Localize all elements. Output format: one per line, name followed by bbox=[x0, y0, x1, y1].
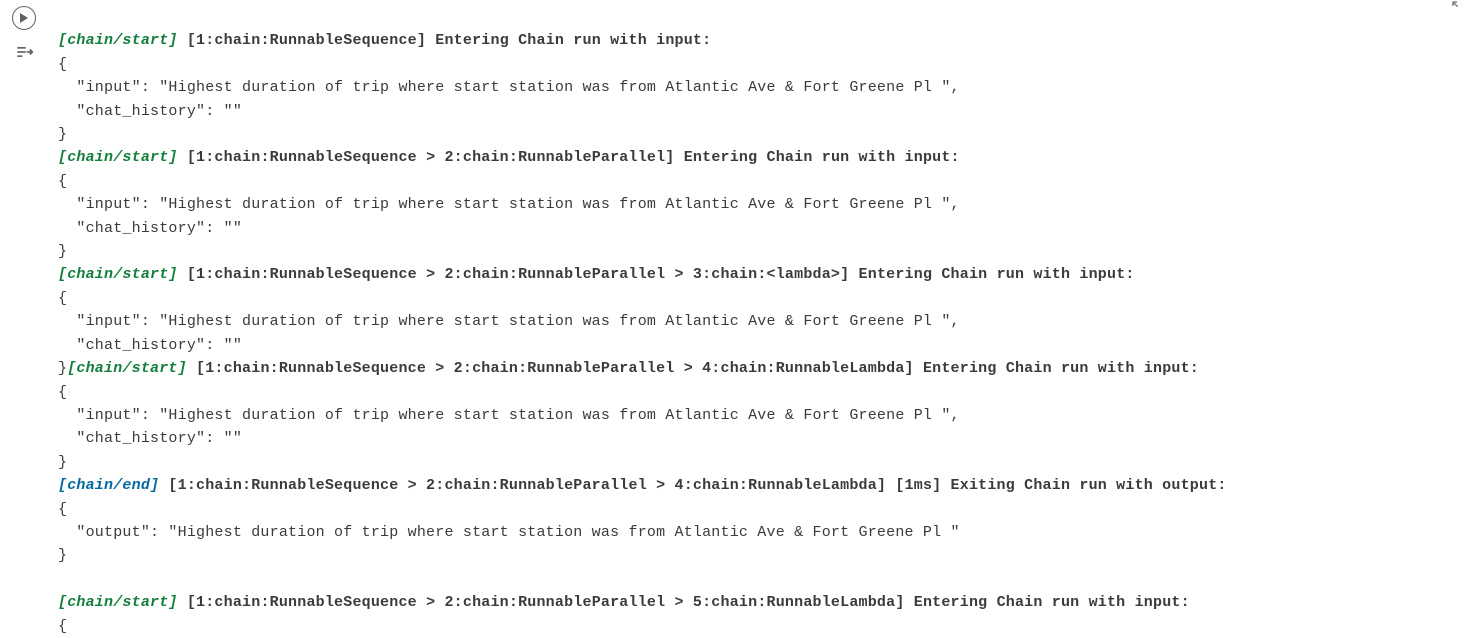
log-line: [chain/end] [1:chain:RunnableSequence > … bbox=[58, 477, 1227, 494]
json-input-line: "input": "Highest duration of trip where… bbox=[58, 79, 960, 96]
chain-end-tag: [chain/end] bbox=[58, 477, 159, 494]
chain-start-tag: [chain/start] bbox=[58, 266, 178, 283]
json-brace: } bbox=[58, 360, 67, 377]
chain-tail: Entering Chain run with input: bbox=[859, 266, 1135, 283]
json-chat-history-line: "chat_history": "" bbox=[58, 220, 242, 237]
chain-tail: Entering Chain run with input: bbox=[435, 32, 711, 49]
json-input-line: "input": "Highest duration of trip where… bbox=[58, 407, 960, 424]
json-input-line: "input": "Highest duration of trip where… bbox=[58, 313, 960, 330]
json-output-line: "output": "Highest duration of trip wher… bbox=[58, 524, 960, 541]
log-line: }[chain/start] [1:chain:RunnableSequence… bbox=[58, 360, 1199, 377]
json-brace: { bbox=[58, 56, 67, 73]
json-chat-history-line: "chat_history": "" bbox=[58, 337, 242, 354]
chain-tail: Exiting Chain run with output: bbox=[951, 477, 1227, 494]
chain-tail: Entering Chain run with input: bbox=[684, 149, 960, 166]
chain-start-tag: [chain/start] bbox=[58, 594, 178, 611]
json-input-line: "input": "Highest duration of trip where… bbox=[58, 196, 960, 213]
chain-path: [1:chain:RunnableSequence > 2:chain:Runn… bbox=[159, 477, 950, 494]
chain-start-tag: [chain/start] bbox=[67, 360, 187, 377]
chain-path: [1:chain:RunnableSequence > 2:chain:Runn… bbox=[178, 594, 914, 611]
json-brace: } bbox=[58, 126, 67, 143]
run-cell-button[interactable] bbox=[12, 6, 36, 30]
json-brace: { bbox=[58, 501, 67, 518]
log-line: [chain/start] [1:chain:RunnableSequence … bbox=[58, 149, 960, 166]
log-line: [chain/start] [1:chain:RunnableSequence]… bbox=[58, 32, 711, 49]
log-line: [chain/start] [1:chain:RunnableSequence … bbox=[58, 594, 1190, 611]
log-line: [chain/start] [1:chain:RunnableSequence … bbox=[58, 266, 1135, 283]
json-brace: } bbox=[58, 243, 67, 260]
json-brace: } bbox=[58, 454, 67, 471]
chain-tail: Entering Chain run with input: bbox=[923, 360, 1199, 377]
json-brace: { bbox=[58, 384, 67, 401]
json-chat-history-line: "chat_history": "" bbox=[58, 430, 242, 447]
json-brace: } bbox=[58, 547, 67, 564]
chain-path: [1:chain:RunnableSequence > 2:chain:Runn… bbox=[178, 149, 684, 166]
json-brace: { bbox=[58, 618, 67, 635]
chain-path: [1:chain:RunnableSequence] bbox=[178, 32, 436, 49]
execute-next-button[interactable] bbox=[12, 40, 36, 64]
json-brace: { bbox=[58, 173, 67, 190]
chain-path: [1:chain:RunnableSequence > 2:chain:Runn… bbox=[187, 360, 923, 377]
json-chat-history-line: "chat_history": "" bbox=[58, 103, 242, 120]
chain-path: [1:chain:RunnableSequence > 2:chain:Runn… bbox=[178, 266, 859, 283]
chain-start-tag: [chain/start] bbox=[58, 32, 178, 49]
cell-output: [chain/start] [1:chain:RunnableSequence]… bbox=[58, 6, 1459, 638]
chain-tail: Entering Chain run with input: bbox=[914, 594, 1190, 611]
chain-start-tag: [chain/start] bbox=[58, 149, 178, 166]
json-brace: { bbox=[58, 290, 67, 307]
